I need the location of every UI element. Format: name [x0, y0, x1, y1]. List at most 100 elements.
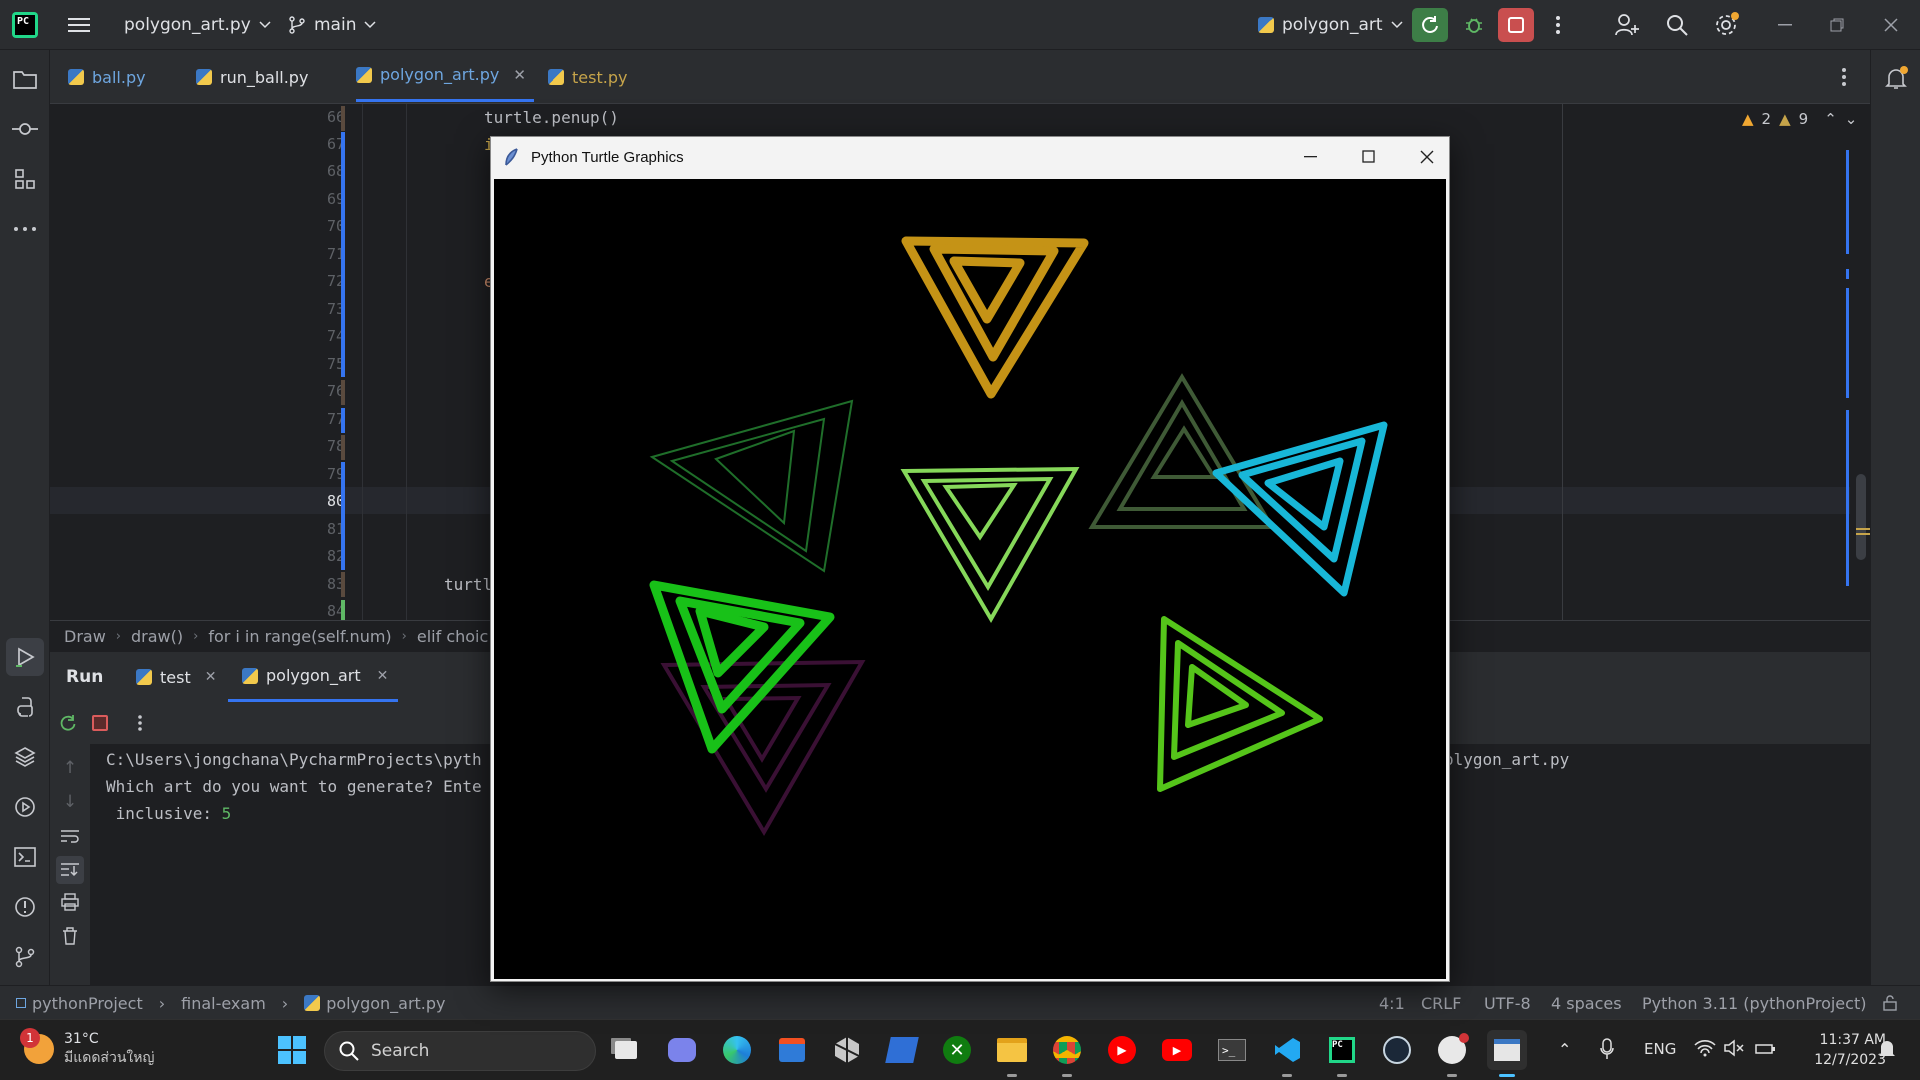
python-console-icon[interactable]	[10, 692, 40, 722]
file-encoding[interactable]: UTF-8	[1484, 986, 1531, 1020]
notifications-bell-icon[interactable]	[1881, 64, 1911, 94]
task-view-icon[interactable]	[606, 1030, 646, 1070]
battery-icon[interactable]	[1754, 1039, 1778, 1057]
restore-window-button[interactable]	[1822, 10, 1852, 40]
scroll-to-end-icon[interactable]	[56, 856, 84, 884]
editor-scrollbar-thumb[interactable]	[1856, 474, 1866, 560]
project-selector[interactable]: polygon_art.py	[124, 0, 271, 50]
python-interpreter[interactable]: Python 3.11 (pythonProject)	[1642, 986, 1866, 1020]
arrow-down-icon[interactable]: ↓	[58, 790, 82, 814]
turtle-minimize-button[interactable]	[1291, 142, 1331, 172]
youtube-music-icon[interactable]: ▶	[1102, 1030, 1142, 1070]
run-config-selector[interactable]: polygon_art	[1258, 0, 1403, 50]
indent-setting[interactable]: 4 spaces	[1551, 986, 1622, 1020]
print-icon[interactable]	[58, 890, 82, 914]
tab-run-ball-py[interactable]: run_ball.py	[196, 50, 308, 104]
status-breadcrumb-item[interactable]: polygon_art.py	[326, 994, 445, 1013]
close-tab-icon[interactable]: ✕	[513, 66, 526, 84]
breadcrumb-item[interactable]: draw()	[131, 627, 183, 646]
minimize-window-button[interactable]	[1770, 10, 1800, 40]
stop-icon[interactable]	[88, 711, 112, 735]
vscode-icon[interactable]	[1267, 1030, 1307, 1077]
turtle-window-titlebar[interactable]: Python Turtle Graphics	[491, 137, 1449, 177]
notification-center-icon[interactable]	[1878, 1038, 1896, 1060]
wifi-icon[interactable]	[1694, 1039, 1716, 1057]
python-turtle-window[interactable]: Python Turtle Graphics	[490, 136, 1450, 982]
problems-icon[interactable]	[10, 892, 40, 922]
breadcrumb-item[interactable]: Draw	[64, 627, 106, 646]
tab-options-icon[interactable]	[1834, 64, 1854, 90]
microsoft-store-icon[interactable]	[772, 1030, 812, 1070]
steam-icon[interactable]	[1377, 1030, 1417, 1070]
taskbar-search-box[interactable]: Search	[324, 1031, 596, 1071]
vcs-branch-selector[interactable]: main	[288, 0, 377, 50]
stop-button[interactable]	[1498, 8, 1534, 42]
turtle-maximize-button[interactable]	[1349, 142, 1389, 172]
rerun-button[interactable]	[1412, 8, 1448, 42]
soft-wrap-icon[interactable]	[58, 824, 82, 848]
run-tab-polygon-art[interactable]: polygon_art ✕	[228, 652, 398, 702]
settings-gear-icon[interactable]	[1711, 10, 1741, 40]
trash-icon[interactable]	[58, 924, 82, 948]
file-explorer-icon[interactable]	[992, 1030, 1032, 1077]
structure-icon[interactable]	[10, 164, 40, 194]
more-actions-icon[interactable]	[1548, 10, 1568, 40]
more-tools-icon[interactable]	[10, 214, 40, 244]
breadcrumb-item[interactable]: elif choic	[417, 627, 488, 646]
status-breadcrumb-item[interactable]: final-exam	[181, 994, 266, 1013]
services-icon[interactable]	[10, 792, 40, 822]
chevron-up-icon[interactable]: ⌃	[1558, 1040, 1571, 1059]
lock-icon[interactable]	[1882, 986, 1898, 1020]
pycharm-logo-icon[interactable]: PC	[12, 12, 38, 38]
youtube-icon[interactable]: ▶	[1157, 1030, 1197, 1070]
rerun-icon[interactable]	[56, 711, 80, 735]
pycharm-icon[interactable]: PC	[1322, 1030, 1362, 1077]
inspection-widget[interactable]: ▲ 2 ▲ 9 ⌃ ⌄	[1742, 110, 1857, 128]
github-desktop-icon[interactable]	[1432, 1030, 1472, 1077]
project-folder-icon[interactable]	[10, 64, 40, 94]
turtle-close-button[interactable]	[1407, 142, 1447, 172]
add-user-icon[interactable]	[1612, 10, 1642, 40]
breadcrumb-item[interactable]: for i in range(self.num)	[208, 627, 391, 646]
commit-icon[interactable]	[10, 114, 40, 144]
console-line: inclusive: 5	[106, 804, 232, 823]
more-options-icon[interactable]	[130, 711, 150, 735]
chrome-icon[interactable]	[1047, 1030, 1087, 1077]
xbox-icon[interactable]: ✕	[937, 1030, 977, 1070]
close-tab-icon[interactable]: ✕	[377, 668, 389, 684]
line-separator[interactable]: CRLF	[1421, 986, 1461, 1020]
start-button[interactable]	[272, 1030, 312, 1070]
run-tab-test[interactable]: test ✕	[136, 652, 216, 702]
visual-studio-code-alt-icon[interactable]	[882, 1030, 922, 1070]
code-line: turtle.penup()	[484, 108, 619, 127]
microphone-icon[interactable]	[1600, 1038, 1614, 1060]
python-packages-icon[interactable]	[10, 742, 40, 772]
clock[interactable]: 11:37 AM 12/7/2023	[1796, 1030, 1886, 1070]
speaker-muted-icon[interactable]	[1724, 1039, 1746, 1057]
input-language[interactable]: ENG	[1644, 1040, 1676, 1058]
python-turtle-icon[interactable]	[1487, 1030, 1527, 1077]
teams-chat-icon[interactable]	[662, 1030, 702, 1070]
tab-polygon-art-py[interactable]: polygon_art.py ✕	[356, 50, 534, 102]
line-number: 71	[326, 245, 345, 263]
unity-hub-icon[interactable]	[827, 1030, 867, 1070]
weather-widget[interactable]: 1 31°C มีแดดส่วนใหญ่	[20, 1028, 154, 1068]
arrow-up-icon[interactable]: ↑	[58, 756, 82, 780]
close-tab-icon[interactable]: ✕	[205, 669, 217, 685]
edge-browser-icon[interactable]	[717, 1030, 757, 1070]
debug-button[interactable]	[1456, 8, 1492, 42]
close-window-button[interactable]	[1876, 10, 1906, 40]
chevron-up-icon[interactable]: ⌃	[1824, 110, 1837, 128]
tab-test-py[interactable]: test.py	[548, 50, 627, 104]
terminal-icon[interactable]	[10, 842, 40, 872]
terminal-app-icon[interactable]: >_	[1212, 1030, 1252, 1070]
run-tool-icon[interactable]	[6, 638, 44, 676]
search-icon[interactable]	[1662, 10, 1692, 40]
main-menu-icon[interactable]	[66, 13, 92, 37]
git-icon[interactable]	[10, 942, 40, 972]
turtle-canvas[interactable]	[494, 179, 1446, 979]
tab-ball-py[interactable]: ball.py	[68, 50, 146, 104]
status-breadcrumb-item[interactable]: pythonProject	[32, 994, 143, 1013]
chevron-down-icon[interactable]: ⌄	[1845, 110, 1858, 128]
caret-position[interactable]: 4:1	[1379, 986, 1405, 1020]
